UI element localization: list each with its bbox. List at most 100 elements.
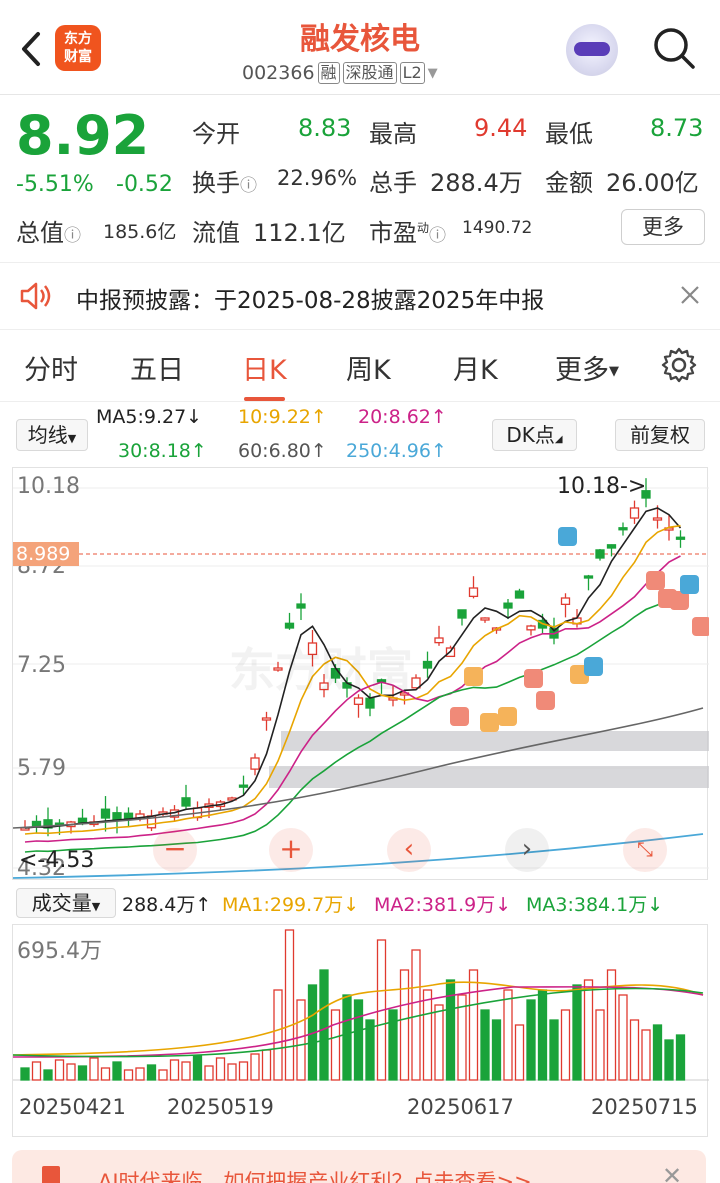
signal-marker-b (692, 617, 709, 636)
candle-body (503, 602, 513, 609)
volume-bar (537, 989, 548, 1081)
top-bar: 东方 财富 融发核电 002366 融 深股通 L2 ▼ (0, 0, 720, 95)
last-price-tag: 8.989 (13, 542, 79, 566)
float-cap-value: 112.1亿 (253, 219, 346, 247)
volume-bar (284, 929, 295, 1081)
volume-bar (112, 1061, 122, 1081)
volume-value: 288.4万 (430, 169, 523, 197)
turnover-label[interactable]: 换手ⓘ (192, 163, 257, 198)
vol-ma3: MA3:384.1万↓ (526, 894, 664, 916)
candle-body (514, 590, 525, 599)
volume-bar (664, 1039, 674, 1081)
volume-bar (583, 979, 594, 1081)
volume-bar (238, 1061, 249, 1081)
volume-bar (422, 989, 433, 1081)
ma250-line (13, 833, 704, 879)
volume-bar (43, 1069, 53, 1081)
assistant-avatar-icon[interactable] (566, 24, 618, 76)
more-button[interactable]: 更多 (621, 209, 705, 245)
volume-bar (31, 1061, 42, 1081)
gear-icon[interactable] (660, 346, 698, 384)
open-value: 8.83 (298, 114, 352, 142)
volume-bar (434, 1004, 444, 1081)
market-cap-label[interactable]: 总值ⓘ (16, 213, 81, 248)
pe-label[interactable]: 市盈动ⓘ (369, 213, 446, 248)
market-cap-value: 185.6亿 (103, 221, 177, 243)
signal-marker-t (464, 667, 483, 686)
candle-body (468, 587, 479, 598)
scroll-right-button[interactable]: › (505, 828, 549, 872)
candle-body (652, 517, 663, 521)
pe-value: 1490.72 (462, 218, 533, 238)
ma5-value: MA5:9.27↓ (96, 406, 203, 428)
notice-bar[interactable]: 中报预披露：于2025-08-28披露2025年中报 (0, 262, 720, 330)
resistance-band (269, 766, 709, 788)
dk-points-button[interactable]: DK点◢ (492, 419, 577, 451)
fullscreen-icon[interactable]: ⤡ (623, 828, 667, 872)
low-marker: <-4.53 (19, 848, 95, 873)
vol-ma1: MA1:299.7万↓ (222, 894, 360, 916)
resistance-band (281, 731, 709, 751)
volume-bar (296, 999, 306, 1081)
search-icon[interactable] (652, 26, 696, 70)
signal-marker-s (558, 527, 577, 546)
zoom-in-button[interactable]: + (269, 828, 313, 872)
banner-text: AI时代来临，如何把握产业红利？点击查看>> (98, 1170, 532, 1183)
promo-banner[interactable]: AI时代来临，如何把握产业红利？点击查看>> ✕ (12, 1150, 706, 1183)
watermark: 东方财富 (229, 643, 413, 697)
date-label: 20250617 (407, 1095, 514, 1119)
signal-marker-s (680, 575, 699, 594)
tag-connect: 深股通 (342, 62, 397, 84)
candle-body (238, 784, 249, 788)
volume-bar (273, 989, 283, 1081)
adjust-button[interactable]: 前复权 (615, 419, 705, 451)
volume-bar (100, 1067, 111, 1081)
kline-chart[interactable]: 10.18 8.72 7.25 5.79 4.32 8.989 10.18-> … (12, 467, 709, 881)
tab-weekly-k[interactable]: 周K (346, 348, 391, 387)
volume-value: 288.4万↑ (122, 894, 212, 916)
volume-bar (169, 1059, 180, 1081)
volume-chart[interactable]: 695.4万 20250421 20250519 20250617 202507… (12, 924, 709, 1137)
float-cap-label: 流值 (192, 219, 240, 247)
stock-code: 002366 (242, 62, 315, 84)
volume-bar (353, 999, 364, 1081)
candle-body (296, 603, 306, 609)
ma-selector[interactable]: 均线▼ (16, 419, 88, 451)
tab-intraday[interactable]: 分时 (24, 348, 78, 387)
candle-body (284, 622, 295, 629)
close-icon[interactable]: ✕ (662, 1162, 682, 1183)
close-icon[interactable] (680, 285, 700, 305)
volume-bar (468, 969, 479, 1081)
ma250-value: 250:4.96↑ (346, 440, 447, 462)
corner-icon: ◢ (554, 434, 563, 445)
volume-selector[interactable]: 成交量▼ (16, 888, 116, 918)
tab-monthly-k[interactable]: 月K (453, 348, 498, 387)
stock-code-line[interactable]: 002366 融 深股通 L2 ▼ (242, 60, 438, 86)
volume-label: 总手 (369, 169, 417, 197)
high-value: 9.44 (474, 114, 528, 142)
zoom-out-button[interactable]: − (153, 828, 197, 872)
volume-bar (77, 1065, 88, 1081)
volume-bar (342, 994, 352, 1081)
volume-bar (54, 1059, 65, 1081)
volume-bar (319, 969, 329, 1081)
volume-bar (618, 994, 628, 1081)
y-axis-label: 5.79 (17, 756, 66, 781)
speaker-icon (20, 282, 51, 310)
open-label: 今开 (192, 120, 240, 148)
candle-body (250, 757, 260, 770)
tab-five-day[interactable]: 五日 (130, 348, 184, 387)
candle-body (434, 637, 444, 644)
signal-marker-b (450, 707, 469, 726)
volume-bar (227, 1063, 237, 1081)
signal-marker-t (498, 707, 517, 726)
low-label: 最低 (545, 120, 593, 148)
vol-ma2: MA2:381.9万↓ (374, 894, 512, 916)
scroll-left-button[interactable]: ‹ (387, 828, 431, 872)
date-label: 20250715 (591, 1095, 698, 1119)
tab-more[interactable]: 更多▼ (555, 348, 619, 387)
volume-bar (526, 999, 536, 1081)
volume-bar (595, 1009, 605, 1081)
tag-margin: 融 (317, 62, 340, 84)
tab-daily-k[interactable]: 日K (242, 348, 287, 401)
